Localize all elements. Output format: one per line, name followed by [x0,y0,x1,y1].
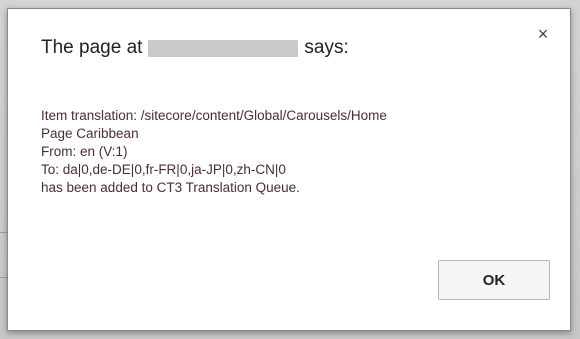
message-line: To: da|0,de-DE|0,fr-FR|0,ja-JP|0,zh-CN|0 [41,162,286,177]
dialog-title-prefix: The page at [41,37,143,58]
dialog-title: The page at says: [41,37,349,59]
alert-dialog: The page at says: × Item translation: /s… [7,8,571,331]
message-line: From: en (V:1) [41,144,128,159]
dialog-message: Item translation: /sitecore/content/Glob… [41,107,551,197]
dialog-title-suffix: says: [304,37,349,58]
message-line: Item translation: /sitecore/content/Glob… [41,108,387,123]
redacted-url [148,39,299,57]
message-line: Page Caribbean [41,126,139,141]
close-icon[interactable]: × [536,25,550,43]
message-line: has been added to CT3 Translation Queue. [41,180,300,195]
ok-button[interactable]: OK [438,260,550,300]
